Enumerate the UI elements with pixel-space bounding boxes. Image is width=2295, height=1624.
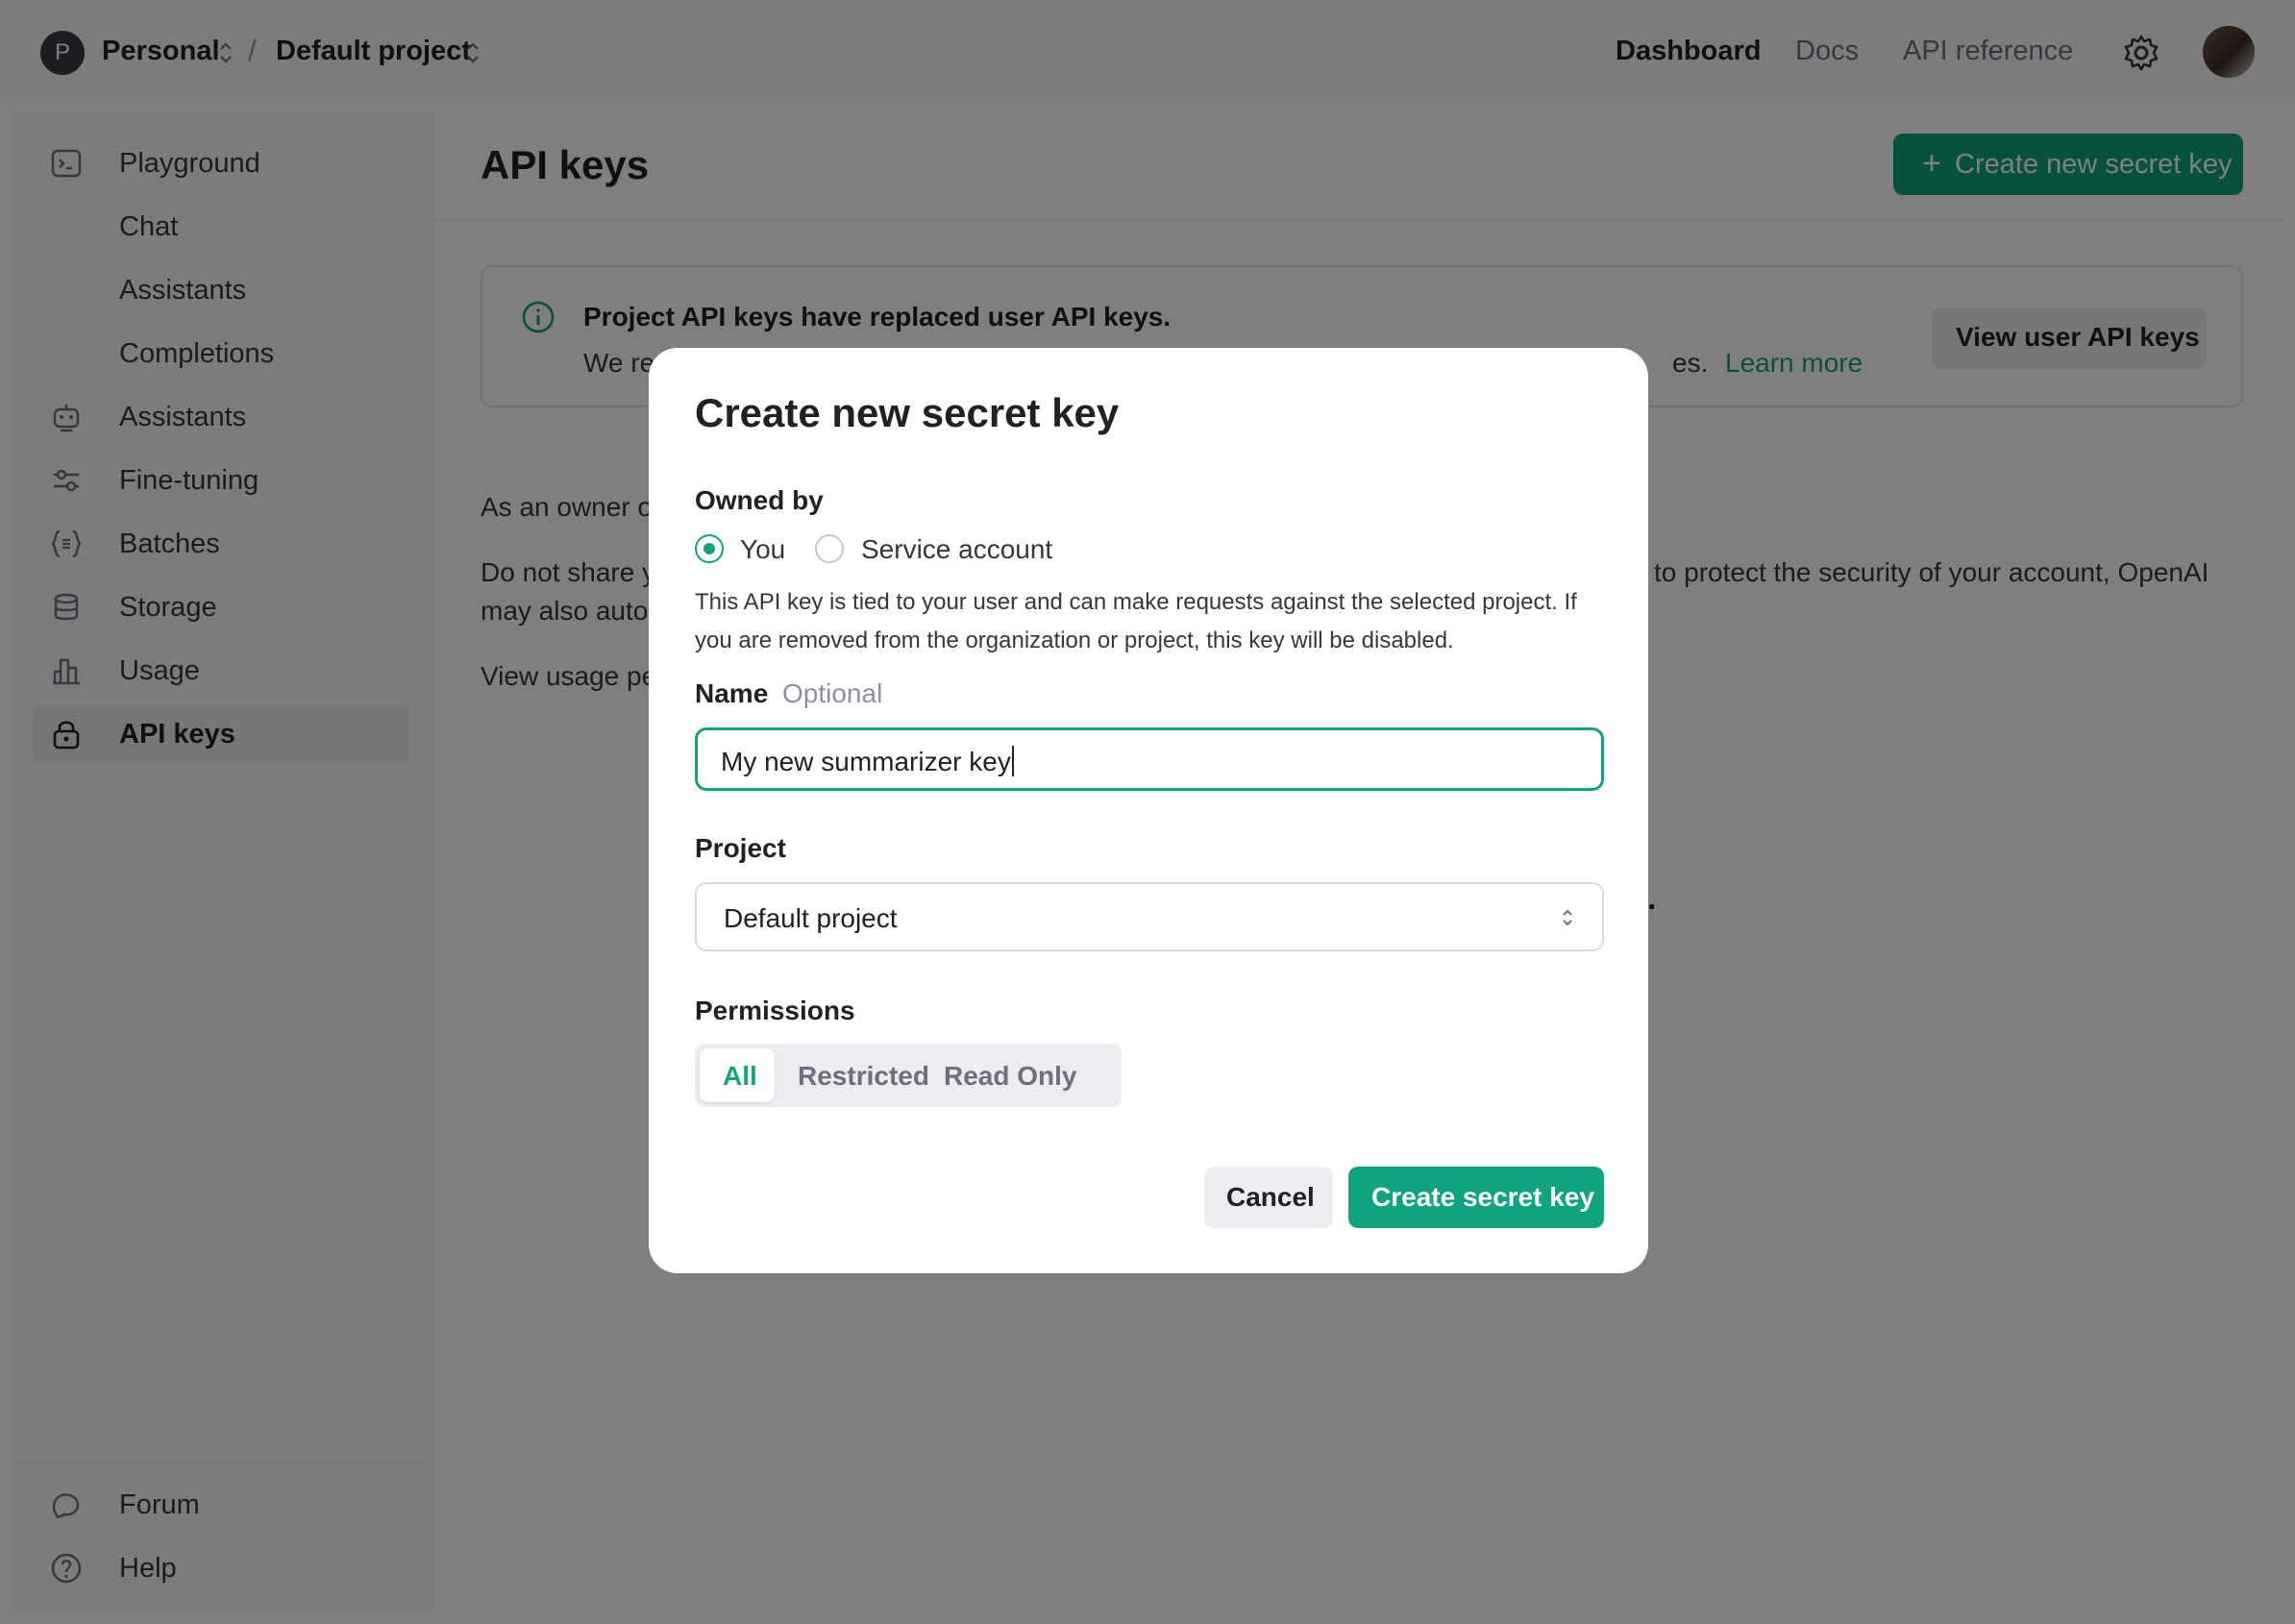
owned-by-label: Owned by — [695, 485, 824, 515]
owner-you-label[interactable]: You — [740, 534, 785, 565]
owner-service-account-label[interactable]: Service account — [861, 534, 1052, 565]
permissions-label: Permissions — [695, 996, 855, 1025]
chevron-up-down-icon — [1563, 909, 1572, 926]
create-secret-key-button[interactable]: Create secret key — [1348, 1167, 1604, 1228]
permissions-segmented-control: All Restricted Read Only — [695, 1044, 1122, 1107]
create-key-dialog: Create new secret key Owned by You Servi… — [649, 348, 1648, 1273]
owner-radio-service-account[interactable] — [815, 534, 844, 563]
permission-option-restricted[interactable]: Restricted — [778, 1048, 929, 1102]
dialog-title: Create new secret key — [695, 390, 1120, 435]
cancel-button[interactable]: Cancel — [1204, 1167, 1333, 1228]
text-caret — [1011, 746, 1014, 776]
optional-hint: Optional — [782, 678, 883, 708]
owner-radio-you[interactable] — [695, 534, 724, 563]
project-select[interactable]: Default project — [695, 882, 1604, 951]
key-name-input[interactable]: My new summarizer key — [695, 727, 1604, 791]
permission-option-read-only[interactable]: Read Only — [925, 1048, 1117, 1102]
owner-help-text: This API key is tied to your user and ca… — [695, 589, 1577, 653]
project-label: Project — [695, 833, 786, 863]
project-select-value: Default project — [724, 903, 898, 933]
key-name-value: My new summarizer key — [721, 746, 1014, 777]
permission-option-all[interactable]: All — [700, 1048, 775, 1102]
name-label: Name — [695, 678, 769, 708]
